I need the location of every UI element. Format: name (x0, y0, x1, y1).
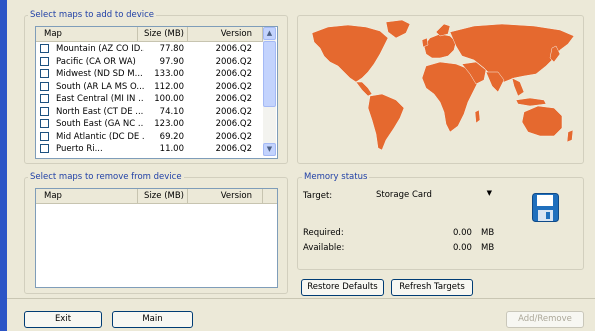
column-header-map[interactable]: Map (36, 27, 138, 41)
size-cell: 123.00 (154, 119, 184, 129)
map-name-cell: South East (GA NC ... (56, 119, 144, 129)
scroll-down-button[interactable]: ▼ (263, 143, 276, 156)
table-row[interactable]: East Central (MI IN ... 100.00 2006.Q2 (36, 93, 263, 105)
available-value: 0.00 (453, 243, 472, 253)
add-remove-button[interactable]: Add/Remove (506, 311, 584, 328)
restore-defaults-button[interactable]: Restore Defaults (301, 279, 384, 296)
required-label: Required: (303, 228, 344, 238)
row-checkbox[interactable] (40, 56, 49, 66)
row-checkbox[interactable] (40, 69, 49, 78)
exit-button[interactable]: Exit (24, 311, 102, 328)
size-cell: 133.00 (154, 69, 184, 79)
available-unit: MB (481, 243, 495, 253)
map-name-cell: Pacific (CA OR WA) (56, 56, 136, 67)
target-value: Storage Card (376, 190, 432, 200)
version-cell: 2006.Q2 (215, 56, 252, 67)
size-cell: 112.00 (154, 81, 184, 92)
table-row[interactable]: Mid Atlantic (DC DE ... 69.20 2006.Q2 (36, 131, 263, 143)
column-header-size[interactable]: Size (MB) (138, 189, 188, 203)
size-cell: 100.00 (154, 94, 184, 104)
map-name-cell: South (AR LA MS O... (56, 81, 144, 92)
version-cell: 2006.Q2 (215, 94, 252, 104)
version-cell: 2006.Q2 (215, 69, 252, 79)
scroll-thumb[interactable] (263, 41, 276, 107)
required-value: 0.00 (453, 228, 472, 238)
main-button[interactable]: Main (112, 311, 193, 328)
row-checkbox[interactable] (40, 144, 49, 153)
map-name-cell: North East (CT DE ... (56, 106, 144, 117)
floppy-disk-icon (532, 193, 559, 222)
chevron-up-icon: ▲ (266, 29, 273, 37)
size-cell: 11.00 (159, 144, 184, 154)
version-cell: 2006.Q2 (215, 106, 252, 117)
row-checkbox[interactable] (40, 106, 49, 116)
map-name-cell: Mid Atlantic (DC DE ... (56, 131, 144, 142)
target-label: Target: (303, 191, 333, 201)
scroll-up-button[interactable]: ▲ (263, 27, 276, 40)
size-cell: 97.90 (159, 56, 184, 67)
row-checkbox[interactable] (40, 81, 49, 91)
version-cell: 2006.Q2 (215, 119, 252, 129)
version-cell: 2006.Q2 (215, 81, 252, 92)
refresh-targets-button[interactable]: Refresh Targets (391, 279, 473, 296)
map-name-cell: Puerto Ri... (56, 144, 103, 154)
column-header-version[interactable]: Version (188, 27, 263, 41)
table-row[interactable]: South East (GA NC ... 123.00 2006.Q2 (36, 118, 263, 130)
size-cell: 77.80 (159, 44, 184, 54)
required-unit: MB (481, 228, 495, 238)
add-maps-scrollbar[interactable]: ▲ ▼ (263, 27, 276, 156)
add-maps-header: Map Size (MB) Version (36, 27, 263, 42)
map-name-cell: Midwest (ND SD M... (56, 69, 143, 79)
table-row[interactable]: North East (CT DE ... 74.10 2006.Q2 (36, 106, 263, 118)
table-row[interactable]: Midwest (ND SD M... 133.00 2006.Q2 (36, 68, 263, 80)
size-cell: 74.10 (159, 106, 184, 117)
save-target-button[interactable] (532, 193, 559, 222)
row-checkbox[interactable] (40, 44, 49, 53)
table-row[interactable]: Mountain (AZ CO ID... 77.80 2006.Q2 (36, 43, 263, 55)
memory-status-title: Memory status (302, 172, 370, 182)
remove-maps-list[interactable]: Map Size (MB) Version (35, 188, 278, 288)
footer-divider (7, 298, 595, 299)
column-header-map[interactable]: Map (36, 189, 138, 203)
world-map-image (311, 19, 575, 151)
version-cell: 2006.Q2 (215, 144, 252, 154)
remove-maps-header: Map Size (MB) Version (36, 189, 277, 204)
version-cell: 2006.Q2 (215, 44, 252, 54)
remove-maps-title: Select maps to remove from device (28, 172, 184, 182)
chevron-down-icon: ▼ (266, 145, 273, 153)
target-dropdown[interactable]: Storage Card ▼ (371, 187, 496, 202)
available-label: Available: (303, 243, 345, 253)
row-checkbox[interactable] (40, 94, 49, 103)
column-header-size[interactable]: Size (MB) (138, 27, 188, 41)
table-row[interactable]: Puerto Ri... 11.00 2006.Q2 (36, 143, 263, 155)
accent-bar (0, 0, 7, 331)
version-cell: 2006.Q2 (215, 131, 252, 142)
table-row[interactable]: Pacific (CA OR WA) 97.90 2006.Q2 (36, 56, 263, 68)
world-map-panel (297, 15, 584, 164)
add-maps-list[interactable]: Map Size (MB) Version Mountain (AZ CO ID… (35, 26, 278, 159)
row-checkbox[interactable] (40, 119, 49, 128)
column-header-version[interactable]: Version (188, 189, 263, 203)
size-cell: 69.20 (159, 131, 184, 142)
add-maps-title: Select maps to add to device (28, 10, 157, 20)
table-row[interactable]: South (AR LA MS O... 112.00 2006.Q2 (36, 81, 263, 93)
map-name-cell: Mountain (AZ CO ID... (56, 44, 144, 54)
map-name-cell: East Central (MI IN ... (56, 94, 144, 104)
dropdown-arrow-icon: ▼ (486, 189, 492, 197)
row-checkbox[interactable] (40, 131, 49, 141)
